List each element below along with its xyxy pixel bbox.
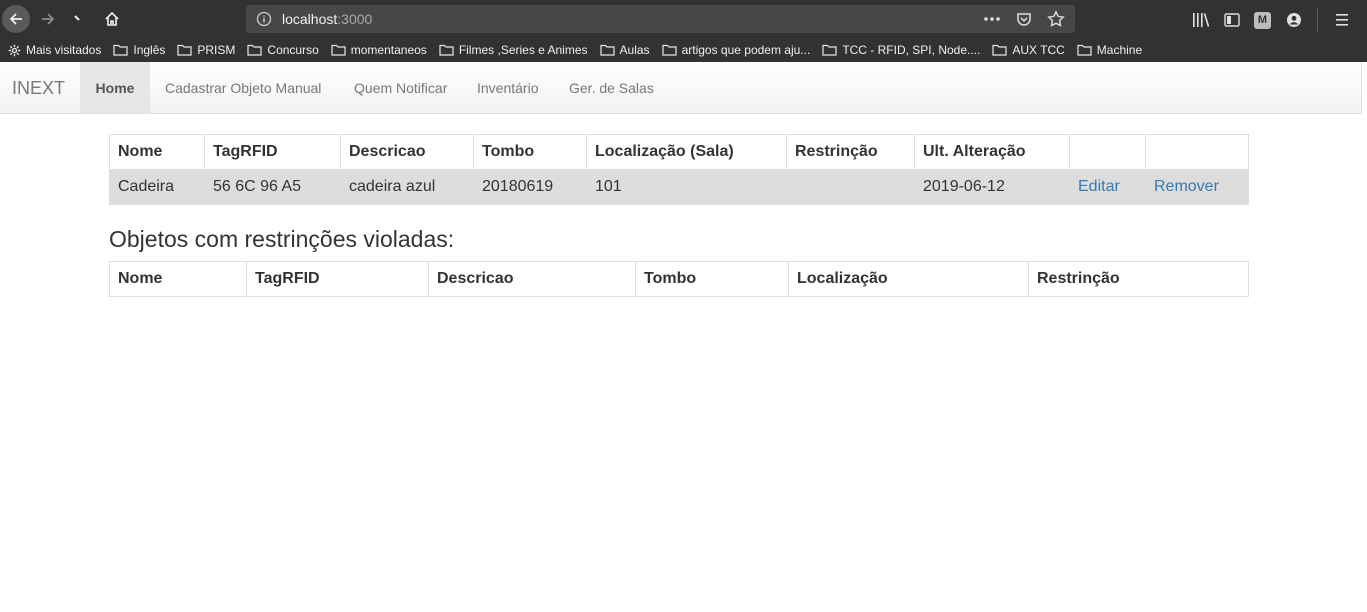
- loading-spinner-icon: [74, 15, 80, 21]
- col-restricao: Restrinção: [786, 134, 915, 170]
- folder-icon: [992, 44, 1007, 56]
- pocket-icon[interactable]: [1013, 9, 1035, 29]
- table-row: Cadeira 56 6C 96 A5 cadeira azul 2018061…: [109, 169, 1249, 205]
- col-localizacao: Localização: [788, 261, 1029, 297]
- arrow-right-icon: [42, 13, 55, 25]
- bookmark-label: Mais visitados: [26, 43, 102, 57]
- back-button[interactable]: [2, 5, 30, 33]
- bookmark-momentaneos[interactable]: momentaneos: [331, 43, 427, 57]
- col-tagrfid: TagRFID: [246, 261, 429, 297]
- bookmark-star-icon[interactable]: [1045, 9, 1067, 29]
- library-icon[interactable]: [1185, 9, 1216, 31]
- cell-remove: Remover: [1145, 169, 1249, 205]
- col-edit: [1069, 134, 1146, 170]
- bookmark-ingles[interactable]: Inglês: [113, 43, 165, 57]
- toolbar-divider: [1317, 8, 1318, 32]
- browser-toolbar: localhost:3000 M: [0, 0, 1367, 38]
- nav-ger-salas[interactable]: Ger. de Salas: [569, 62, 654, 113]
- bookmark-aulas[interactable]: Aulas: [599, 43, 650, 57]
- col-localizacao: Localização (Sala): [586, 134, 787, 170]
- folder-icon: [599, 44, 615, 56]
- col-descricao: Descricao: [428, 261, 636, 297]
- bookmark-label: Concurso: [267, 43, 319, 57]
- cell-descricao: cadeira azul: [340, 169, 474, 205]
- table-header-row: Nome TagRFID Descricao Tombo Localização…: [109, 261, 1249, 297]
- remove-link[interactable]: Remover: [1154, 178, 1219, 195]
- profile-icon[interactable]: [1278, 9, 1309, 31]
- edit-link[interactable]: Editar: [1078, 178, 1120, 195]
- cell-localizacao: 101: [586, 169, 787, 205]
- gear-icon: [8, 44, 21, 57]
- table-header-row: Nome TagRFID Descricao Tombo Localização…: [109, 134, 1249, 170]
- url-port: :3000: [337, 11, 373, 27]
- bookmark-filmes[interactable]: Filmes ,Series e Animes: [439, 43, 588, 57]
- nav-inventario[interactable]: Inventário: [477, 62, 538, 113]
- brand-logo[interactable]: INEXT: [12, 78, 65, 99]
- bookmark-label: Aulas: [619, 43, 650, 57]
- nav-home[interactable]: Home: [80, 62, 150, 113]
- extension-m-icon: M: [1254, 11, 1271, 29]
- folder-icon: [177, 44, 192, 56]
- cell-ult-alteracao: 2019-06-12: [914, 169, 1070, 205]
- page-actions-icon[interactable]: [981, 9, 1003, 29]
- folder-icon: [661, 44, 677, 56]
- col-restricao: Restrinção: [1028, 261, 1249, 297]
- forward-button[interactable]: [34, 5, 62, 33]
- folder-icon: [1077, 44, 1092, 56]
- col-ult-alteracao: Ult. Alteração: [914, 134, 1070, 170]
- bookmark-label: Machine: [1096, 43, 1143, 57]
- cell-edit: Editar: [1069, 169, 1146, 205]
- home-button[interactable]: [98, 5, 126, 33]
- menu-icon[interactable]: [1326, 9, 1357, 31]
- violations-table: Nome TagRFID Descricao Tombo Localização…: [109, 261, 1249, 297]
- url-bar[interactable]: localhost:3000: [246, 5, 1075, 33]
- home-icon: [105, 11, 119, 26]
- bookmark-artigos[interactable]: artigos que podem aju...: [661, 43, 811, 57]
- sidebar-icon[interactable]: [1216, 9, 1247, 31]
- col-tagrfid: TagRFID: [204, 134, 341, 170]
- bookmark-label: Filmes ,Series e Animes: [458, 43, 588, 57]
- bookmark-concurso[interactable]: Concurso: [247, 43, 319, 57]
- col-tombo: Tombo: [473, 134, 587, 170]
- bookmarks-bar: Mais visitados Inglês PRISM Concurso mom…: [0, 38, 1367, 62]
- bookmark-label: TCC - RFID, SPI, Node....: [842, 43, 981, 57]
- folder-icon: [113, 44, 128, 56]
- nav-quem-notificar[interactable]: Quem Notificar: [354, 62, 447, 113]
- cell-nome: Cadeira: [109, 169, 205, 205]
- col-tombo: Tombo: [635, 261, 789, 297]
- bookmark-tcc[interactable]: TCC - RFID, SPI, Node....: [822, 43, 980, 57]
- bookmark-aux-tcc[interactable]: AUX TCC: [992, 43, 1065, 57]
- col-descricao: Descricao: [340, 134, 474, 170]
- violations-title: Objetos com restrinções violadas:: [109, 226, 455, 252]
- bookmark-machine[interactable]: Machine: [1077, 43, 1142, 57]
- cell-tag: 56 6C 96 A5: [204, 169, 341, 205]
- reload-button[interactable]: [64, 5, 92, 33]
- bookmark-prism[interactable]: PRISM: [177, 43, 235, 57]
- folder-icon: [822, 44, 837, 56]
- cell-restricao: [786, 169, 915, 205]
- col-nome: Nome: [109, 261, 247, 297]
- objects-table: Nome TagRFID Descricao Tombo Localização…: [109, 134, 1249, 205]
- cell-tombo: 20180619: [473, 169, 587, 205]
- nav-cadastrar-objeto[interactable]: Cadastrar Objeto Manual: [165, 62, 321, 113]
- bookmark-label: Inglês: [133, 43, 166, 57]
- info-icon[interactable]: [256, 11, 272, 32]
- bookmark-label: PRISM: [197, 43, 236, 57]
- folder-icon: [247, 44, 263, 56]
- app-navbar: INEXT Home Cadastrar Objeto Manual Quem …: [0, 62, 1362, 114]
- url-text: localhost:3000: [282, 11, 372, 27]
- col-remove: [1145, 134, 1249, 170]
- bookmark-label: momentaneos: [350, 43, 427, 57]
- bookmark-label: AUX TCC: [1012, 43, 1065, 57]
- col-nome: Nome: [109, 134, 205, 170]
- arrow-left-icon: [9, 13, 22, 25]
- bookmark-label: artigos que podem aju...: [681, 43, 811, 57]
- folder-icon: [331, 44, 346, 56]
- url-host: localhost: [282, 11, 338, 27]
- folder-icon: [439, 44, 454, 56]
- bookmark-mais-visitados[interactable]: Mais visitados: [8, 43, 101, 57]
- account-badge[interactable]: M: [1247, 9, 1278, 31]
